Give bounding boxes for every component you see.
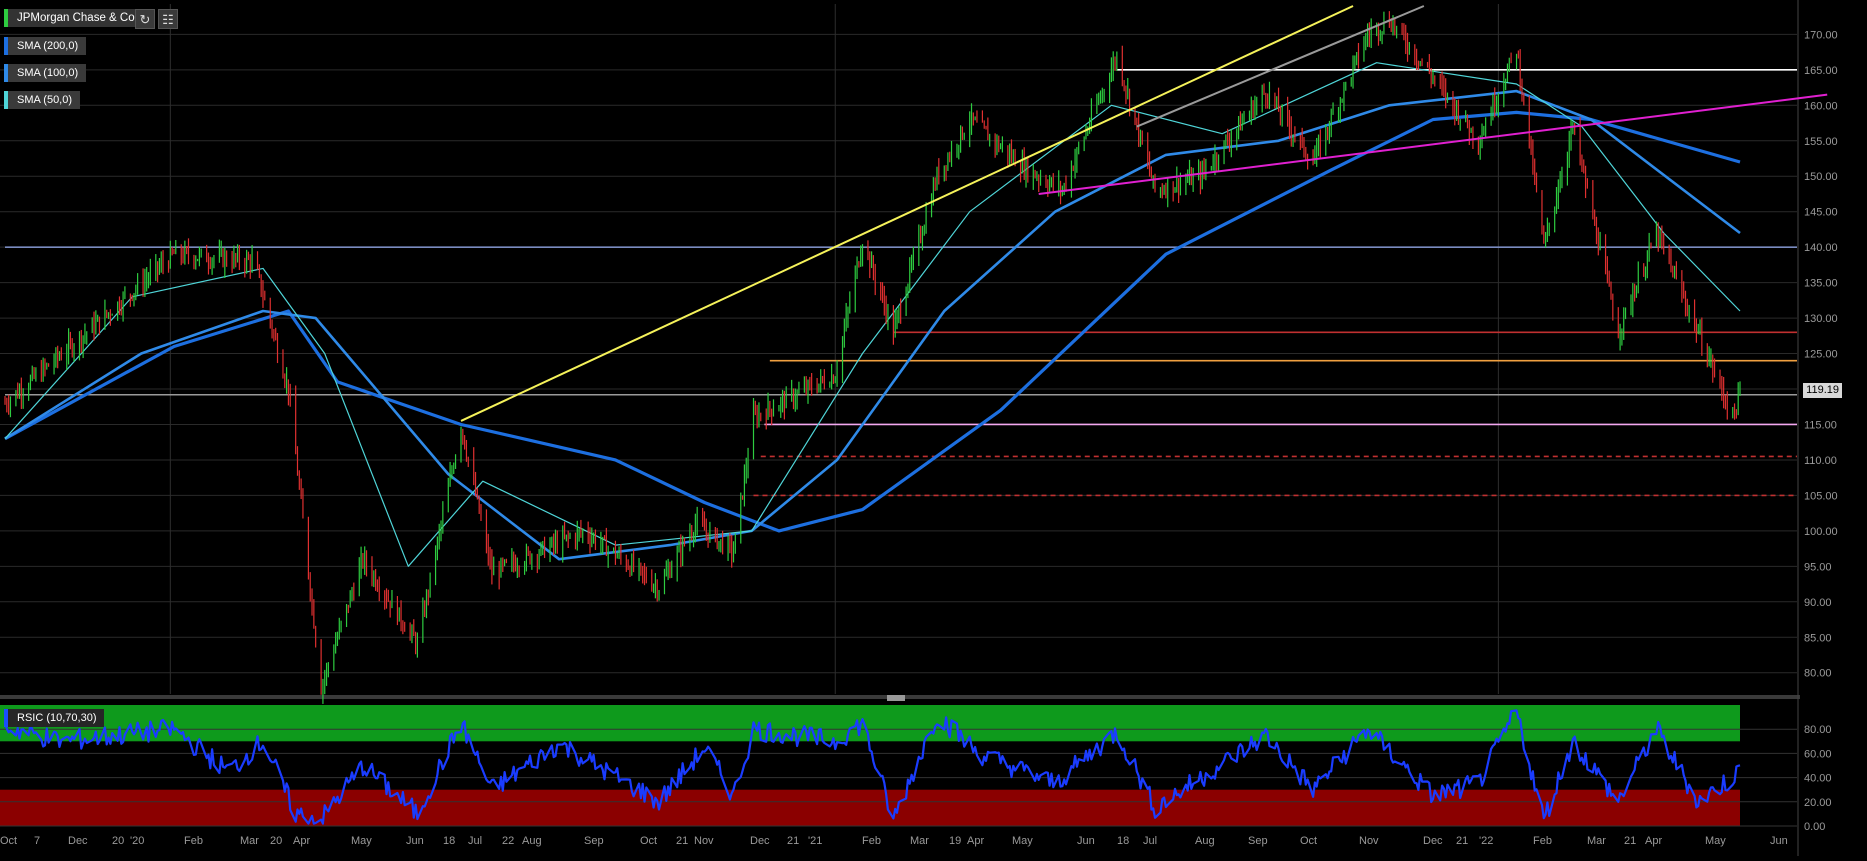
rsi-tick-label: 80.00 [1804,724,1832,736]
x-tick-label: Jun [406,835,424,847]
chart-settings-icon[interactable]: ☷ [158,9,178,29]
x-tick-label: Feb [1533,835,1552,847]
price-tick-label: 155.00 [1804,136,1838,148]
price-tick-label: 100.00 [1804,526,1838,538]
x-tick-label: Apr [293,835,310,847]
sma100-legend[interactable]: SMA (100,0) [4,64,87,82]
price-tick-label: 140.00 [1804,242,1838,254]
x-tick-label: 21 [1624,835,1636,847]
x-tick-label: Mar [910,835,929,847]
x-tick-label: Dec [68,835,88,847]
x-tick-label: Dec [1423,835,1443,847]
x-tick-label: 20 [112,835,124,847]
x-tick-label: '21 [808,835,822,847]
price-tick-label: 115.00 [1804,419,1837,431]
panel-resize-handle [887,695,905,701]
price-tick-label: 130.00 [1804,313,1838,325]
x-tick-label: Feb [862,835,881,847]
rsi-tick-label: 20.00 [1804,797,1832,809]
price-panel-bg [0,0,1867,697]
x-tick-label: 20 [270,835,282,847]
x-tick-label: Oct [0,835,17,847]
x-tick-label: Oct [640,835,657,847]
x-tick-label: 21 [1456,835,1468,847]
x-tick-label: 19 [949,835,961,847]
rsi-overbought-band [0,705,1740,742]
x-tick-label: May [1705,835,1726,847]
x-tick-label: 18 [1117,835,1129,847]
x-tick-label: 7 [34,835,40,847]
price-chart-svg[interactable]: 80.00 85.00 90.00 95.00 100.00 105.00 110.00 11… [0,0,1867,856]
rsi-tick-label: 40.00 [1804,773,1832,785]
rsi-legend[interactable]: RSIC (10,70,30) [4,709,105,727]
x-tick-label: Mar [240,835,259,847]
sma200-legend[interactable]: SMA (200,0) [4,37,87,55]
price-tick-label: 170.00 [1804,29,1838,41]
symbol-label[interactable]: JPMorgan Chase & Co [4,9,143,27]
price-tick-label: 80.00 [1804,668,1832,680]
price-tick-label: 125.00 [1804,349,1838,361]
price-tick-label: 105.00 [1804,490,1838,502]
price-tick-label: 95.00 [1804,561,1832,573]
x-tick-label: Sep [1248,835,1268,847]
x-tick-label: 21 [787,835,799,847]
x-tick-label: May [351,835,372,847]
x-tick-label: Apr [967,835,984,847]
x-tick-label: Jun [1770,835,1788,847]
price-tick-label: 165.00 [1804,65,1838,77]
x-tick-label: '22 [1479,835,1493,847]
sma50-legend[interactable]: SMA (50,0) [4,91,81,109]
x-tick-label: Nov [1359,835,1379,847]
x-tick-label: Feb [184,835,203,847]
x-tick-label: Jul [1143,835,1157,847]
rsi-tick-label: 60.00 [1804,748,1832,760]
price-tick-label: 145.00 [1804,207,1838,219]
chart-container[interactable]: 80.00 85.00 90.00 95.00 100.00 105.00 110.00 11… [0,0,1867,856]
price-tick-label: 110.00 [1804,455,1837,467]
x-tick-label: Oct [1300,835,1317,847]
price-tick-label: 160.00 [1804,100,1838,112]
x-tick-label: Jul [468,835,482,847]
x-tick-label: Mar [1587,835,1606,847]
refresh-icon[interactable]: ↻ [135,9,155,29]
x-tick-label: Dec [750,835,770,847]
x-tick-label: Nov [694,835,714,847]
last-price-badge: 119.19 [1803,383,1842,398]
price-tick-label: 150.00 [1804,171,1838,183]
x-tick-label: '20 [130,835,144,847]
rsi-oversold-band [0,789,1740,826]
x-tick-label: 18 [443,835,455,847]
x-tick-label: Apr [1645,835,1662,847]
x-tick-label: Sep [584,835,604,847]
rsi-tick-label: 0.00 [1804,821,1825,833]
price-tick-label: 85.00 [1804,632,1832,644]
x-tick-label: 21 [676,835,688,847]
x-tick-label: 22 [502,835,514,847]
x-tick-label: May [1012,835,1033,847]
price-tick-label: 90.00 [1804,597,1832,609]
x-tick-label: Aug [522,835,542,847]
price-tick-label: 135.00 [1804,278,1838,290]
x-tick-label: Aug [1195,835,1215,847]
x-tick-label: Jun [1077,835,1095,847]
